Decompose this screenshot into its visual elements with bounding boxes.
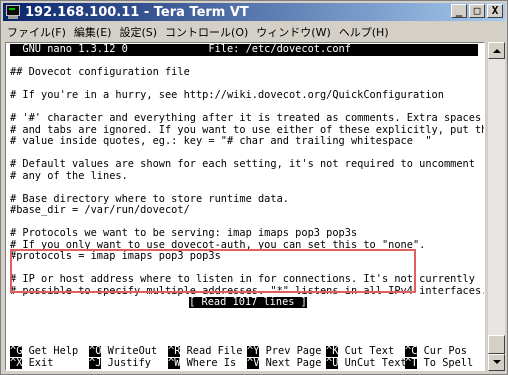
menu-bar: ファイル(F) 編集(E) 設定(S) コントロール(O) ウィンドウ(W) ヘ… <box>3 22 505 41</box>
text-line: #protocols = imap imaps pop3 pop3s <box>10 251 221 262</box>
shortcut-get-help: ^G Get Help <box>10 346 79 357</box>
shortcut-next-page: ^V Next Page <box>247 357 322 369</box>
text-line: # Base directory where to store runtime … <box>10 193 289 205</box>
chevron-down-icon <box>493 360 501 364</box>
shortcut-to-spell: ^T To Spell <box>405 357 474 369</box>
shortcut-prev-page: ^Y Prev Page <box>247 346 322 357</box>
text-line: # IP or host address where to listen in … <box>10 274 475 285</box>
shortcut-writeout: ^O WriteOut <box>89 346 158 357</box>
text-line: # If you only want to use dovecot-auth, … <box>10 239 426 251</box>
text-line <box>10 217 484 229</box>
text-line: # any of the lines. <box>10 170 128 182</box>
text-line: # Protocols we want to be serving: imap … <box>10 228 358 239</box>
menu-control[interactable]: コントロール(O) <box>161 24 252 40</box>
text-line: #base_dir = /var/run/dovecot/ <box>10 205 190 216</box>
nano-header: GNU nano 1.3.12 0 File: /etc/dovecot.con… <box>10 44 478 56</box>
tera-term-window: 192.168.100.11 - Tera Term VT _ □ X ファイル… <box>0 0 508 375</box>
text-line <box>10 102 484 114</box>
nano-shortcut-bar: ^G Get Help ^O WriteOut ^R Read File ^Y … <box>10 346 484 369</box>
nano-editor: GNU nano 1.3.12 0 File: /etc/dovecot.con… <box>10 44 485 309</box>
terminal-screen[interactable]: GNU nano 1.3.12 0 File: /etc/dovecot.con… <box>5 42 485 371</box>
text-line <box>10 263 484 275</box>
chevron-up-icon <box>493 49 501 53</box>
text-line: # '#' character and everything after it … <box>10 113 482 124</box>
status-message: [ Read 1017 lines ] <box>189 297 307 308</box>
vertical-scrollbar[interactable] <box>488 42 505 371</box>
terminal-app-icon[interactable] <box>5 4 21 20</box>
menu-file[interactable]: ファイル(F) <box>3 24 70 40</box>
text-line: ## Dovecot configuration file <box>10 67 190 78</box>
close-button[interactable]: X <box>487 4 503 18</box>
text-line <box>10 148 484 160</box>
text-line: # value inside quotes, eg.: key = "# cha… <box>10 136 432 147</box>
text-line: # and tabs are ignored. If you want to u… <box>10 124 485 136</box>
text-line: # possible to specify multiple addresses… <box>10 285 485 297</box>
menu-help[interactable]: ヘルプ(H) <box>335 24 393 40</box>
window-title: 192.168.100.11 - Tera Term VT <box>25 4 249 20</box>
shortcut-read-file: ^R Read File <box>168 346 243 357</box>
title-bar[interactable]: 192.168.100.11 - Tera Term VT _ □ X <box>3 3 505 21</box>
shortcut-justify: ^J Justify <box>89 357 152 369</box>
shortcut-cut-text: ^K Cut Text <box>326 346 395 357</box>
menu-setup[interactable]: 設定(S) <box>115 24 161 40</box>
shortcut-uncut-text: ^U UnCut Text <box>326 357 405 369</box>
text-line <box>10 182 484 194</box>
scrollbar-thumb[interactable] <box>488 335 505 354</box>
menu-window[interactable]: ウィンドウ(W) <box>252 24 334 40</box>
shortcut-exit: ^X Exit <box>10 357 54 369</box>
scroll-up-button[interactable] <box>488 42 505 59</box>
text-line: # Default values are shown for each sett… <box>10 159 475 170</box>
maximize-button[interactable]: □ <box>469 4 485 18</box>
menu-edit[interactable]: 編集(E) <box>70 24 116 40</box>
scroll-down-button[interactable] <box>488 354 505 371</box>
minimize-button[interactable]: _ <box>451 4 467 18</box>
text-line <box>10 56 484 68</box>
text-line: # If you're in a hurry, see http://wiki.… <box>10 90 444 101</box>
shortcut-where-is: ^W Where Is <box>168 357 237 369</box>
text-line <box>10 79 484 91</box>
shortcut-cur-pos: ^C Cur Pos <box>405 346 468 357</box>
